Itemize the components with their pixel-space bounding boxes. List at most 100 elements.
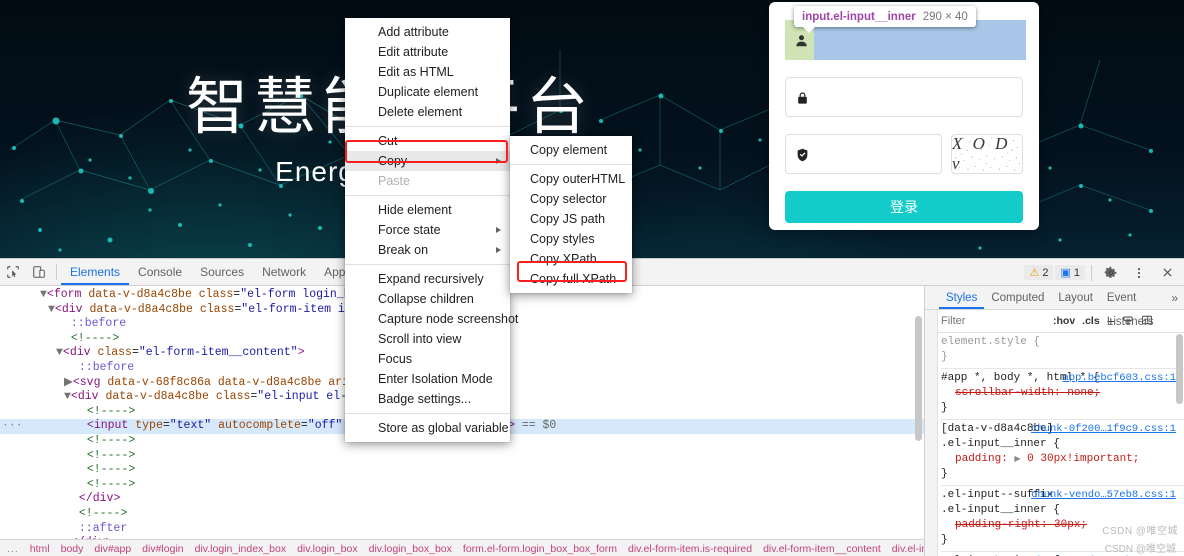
- menu-item-paste: Paste: [378, 174, 410, 188]
- breadcrumb-item[interactable]: div.el-input.el-input--suff: [892, 543, 924, 555]
- menu-item-delete-element[interactable]: Delete element: [345, 102, 510, 122]
- menu-item-edit-as-html[interactable]: Edit as HTML: [345, 62, 510, 82]
- submenu-item-copy-xpath[interactable]: Copy XPath: [510, 249, 632, 269]
- submenu-item-copy-js-path[interactable]: Copy JS path: [510, 209, 632, 229]
- menu-item-duplicate-element[interactable]: Duplicate element: [345, 82, 510, 102]
- menu-item-badge-settings[interactable]: Badge settings...: [345, 389, 510, 409]
- close-icon[interactable]: [1154, 260, 1180, 286]
- menu-item-copy[interactable]: Copy: [345, 151, 510, 171]
- tab-computed[interactable]: Computed: [984, 286, 1051, 309]
- submenu-item-copy-full-xpath[interactable]: Copy full XPath: [510, 269, 632, 289]
- captcha-row: X O D v: [785, 134, 1023, 174]
- css-rule[interactable]: element.style {}: [941, 333, 1184, 369]
- menu-item-edit-attribute[interactable]: Edit attribute: [345, 42, 510, 62]
- tab-sources[interactable]: Sources: [191, 259, 253, 285]
- css-rule-selector-line: .el-input__inner {: [941, 438, 1060, 450]
- menu-item-enter-isolation-mode[interactable]: Enter Isolation Mode: [345, 369, 510, 389]
- tab-elements[interactable]: Elements: [61, 259, 129, 285]
- inspect-tooltip: input.el-input__inner 290 × 40: [794, 6, 976, 33]
- menu-item-break-on[interactable]: Break on: [345, 240, 510, 260]
- tab-console[interactable]: Console: [129, 259, 191, 285]
- devtools-panel: Elements Console Sources Network Applica…: [0, 258, 1184, 556]
- menu-item-add-attribute[interactable]: Add attribute: [345, 22, 510, 42]
- password-input[interactable]: [786, 78, 1022, 116]
- menu-item-focus[interactable]: Focus: [345, 349, 510, 369]
- breadcrumb[interactable]: ... html body div#app div#login div.login_ind…: [0, 539, 924, 556]
- warning-badge[interactable]: ⚠ 2: [1024, 265, 1054, 280]
- captcha-input[interactable]: [786, 135, 941, 173]
- element-classes-button[interactable]: .cls: [1082, 315, 1100, 327]
- inspect-element-icon[interactable]: [0, 259, 26, 285]
- submenu-item-separator: [510, 164, 632, 165]
- tab-styles[interactable]: Styles: [939, 286, 984, 309]
- tab-layout[interactable]: Layout: [1051, 286, 1100, 309]
- styles-scrollbar[interactable]: [1176, 334, 1183, 404]
- submenu-item-copy-styles[interactable]: Copy styles: [510, 229, 632, 249]
- css-rule-origin-link[interactable]: chunk-0f200…1f9c9.css:1: [1031, 422, 1176, 437]
- css-rule-origin-link[interactable]: app.bebcf603.css:1: [1063, 371, 1176, 386]
- element-context-menu[interactable]: Add attribute Edit attribute Edit as HTML D…: [345, 18, 518, 442]
- menu-item-collapse-children[interactable]: Collapse children: [345, 289, 510, 309]
- gear-icon[interactable]: [1098, 260, 1124, 286]
- breadcrumb-item[interactable]: div.el-form-item.is-required: [628, 543, 752, 555]
- breadcrumb-item[interactable]: body: [61, 543, 84, 555]
- dom-node[interactable]: <!---->: [0, 507, 924, 522]
- css-rule-origin-link[interactable]: chunk-vendo…57eb8.css:1: [1031, 488, 1176, 503]
- breadcrumb-item[interactable]: div.login_index_box: [195, 543, 286, 555]
- dom-node[interactable]: ::after: [0, 522, 924, 537]
- dom-node[interactable]: <!---->: [0, 478, 924, 493]
- menu-item-separator: [345, 126, 510, 127]
- devtools-body: ▼<form data-v-d8a4c8be class="el-form lo…: [0, 286, 1184, 556]
- css-rule-selector[interactable]: [data-v-d8a4c8be] chunk-0f200…1f9c9.css:1: [941, 422, 1184, 437]
- menu-item-capture-node-screenshot[interactable]: Capture node screenshot: [345, 309, 518, 329]
- breadcrumb-item[interactable]: div.login_box_box: [369, 543, 452, 555]
- css-rule[interactable]: [data-v-d8a4c8be] chunk-0f200…1f9c9.css:1…: [941, 420, 1184, 486]
- message-badge[interactable]: ▣ 1: [1055, 265, 1085, 280]
- dom-tree-scrollbar[interactable]: [915, 316, 922, 441]
- css-declaration[interactable]: scrollbar-width: none;: [941, 386, 1184, 401]
- css-rule[interactable]: #app *, body *, html * {app.bebcf603.css…: [941, 369, 1184, 420]
- hover-state-button[interactable]: :hov: [1053, 315, 1075, 327]
- breadcrumb-overflow-start[interactable]: ...: [7, 543, 19, 555]
- captcha-field[interactable]: [785, 134, 942, 174]
- menu-item-cut[interactable]: Cut: [345, 131, 510, 151]
- css-rule-selector[interactable]: .el-input--suffix chunk-vendo…57eb8.css:1: [941, 488, 1184, 503]
- menu-item-store-as-global-variable[interactable]: Store as global variable: [345, 418, 510, 438]
- css-rule-selector[interactable]: element.style {: [941, 335, 1184, 350]
- css-rule-selector-line: .el-input__inner {: [941, 504, 1060, 516]
- breadcrumb-item[interactable]: form.el-form.login_box_box_form: [463, 543, 617, 555]
- css-rule-selector[interactable]: #app *, body *, html * {app.bebcf603.css…: [941, 371, 1184, 386]
- breadcrumb-item[interactable]: div#login: [142, 543, 183, 555]
- css-declaration[interactable]: padding: ▶ 0 30px!important;: [941, 452, 1184, 467]
- breadcrumb-item[interactable]: html: [30, 543, 50, 555]
- menu-item-scroll-into-view[interactable]: Scroll into view: [345, 329, 510, 349]
- copy-submenu[interactable]: Copy element Copy outerHTML Copy selector C…: [510, 136, 632, 293]
- inspect-tooltip-dimensions: 290 × 40: [922, 10, 968, 23]
- dom-node[interactable]: <!---->: [0, 449, 924, 464]
- password-field[interactable]: [785, 77, 1023, 117]
- tab-network[interactable]: Network: [253, 259, 315, 285]
- submenu-item-copy-element[interactable]: Copy element: [510, 140, 632, 160]
- menu-item-expand-recursively[interactable]: Expand recursively: [345, 269, 510, 289]
- breadcrumb-item[interactable]: div.login_box: [297, 543, 358, 555]
- devtools-toolbar-right: ⚠ 2 ▣ 1: [1024, 259, 1180, 286]
- menu-item-hide-element[interactable]: Hide element: [345, 200, 510, 220]
- login-submit-button[interactable]: 登录: [785, 191, 1023, 223]
- warning-icon: ⚠: [1029, 267, 1040, 279]
- menu-item-force-state[interactable]: Force state: [345, 220, 510, 240]
- breadcrumb-item[interactable]: div#app: [94, 543, 131, 555]
- breadcrumb-item[interactable]: div.el-form-item__content: [763, 543, 881, 555]
- message-count: 1: [1073, 266, 1080, 279]
- dom-node[interactable]: </div>: [0, 492, 924, 507]
- css-rule-close-brace: }: [941, 402, 948, 414]
- shield-icon: [796, 135, 809, 175]
- device-toolbar-icon[interactable]: [26, 259, 52, 285]
- styles-pane: Styles Computed Layout Event Listeners »…: [925, 286, 1184, 556]
- captcha-image[interactable]: X O D v: [951, 134, 1023, 174]
- submenu-item-copy-selector[interactable]: Copy selector: [510, 189, 632, 209]
- chevron-right-double-icon[interactable]: »: [1171, 291, 1178, 305]
- styles-filter-input[interactable]: [941, 315, 1046, 327]
- dom-node[interactable]: <!---->: [0, 463, 924, 478]
- submenu-item-copy-outerhtml[interactable]: Copy outerHTML: [510, 169, 632, 189]
- more-options-icon[interactable]: [1126, 260, 1152, 286]
